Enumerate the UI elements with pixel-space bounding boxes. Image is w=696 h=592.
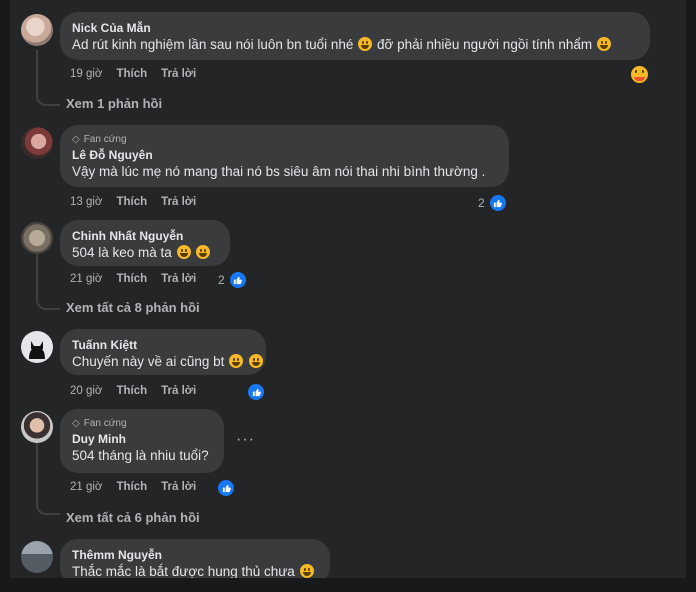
thread-line [36, 443, 38, 501]
cat-avatar-icon [29, 341, 45, 359]
like-reaction-icon [227, 270, 248, 290]
comment-bubble: Chinh Nhất Nguyễn 504 là keo mà ta [60, 220, 230, 266]
laughing-emoji-icon [176, 245, 191, 259]
sweat-smile-emoji-icon [596, 37, 611, 51]
comment-time[interactable]: 20 giờ [70, 385, 102, 397]
rofl-emoji-icon [229, 354, 244, 368]
comment-bubble: Nick Của Mẫn Ad rút kinh nghiệm lần sau … [60, 12, 650, 60]
comments-panel: Nick Của Mẫn Ad rút kinh nghiệm lần sau … [10, 0, 686, 578]
reaction-summary[interactable] [216, 478, 236, 498]
comment-actions: 13 giờ Thích Trả lời [70, 196, 196, 208]
reply-button[interactable]: Trả lời [161, 68, 196, 80]
reaction-summary[interactable] [630, 66, 649, 83]
comment-actions: 21 giờ Thích Trả lời [70, 273, 196, 285]
comment-text-part: Thắc mắc là bắt được hung thủ chưa [72, 564, 295, 578]
like-button[interactable]: Thích [116, 68, 147, 80]
comment-text-part: Ad rút kinh nghiệm lần sau nói luôn bn t… [72, 37, 354, 52]
comment-time[interactable]: 21 giờ [70, 273, 102, 285]
comment-author[interactable]: Lê Đỗ Nguyên [72, 147, 497, 163]
like-reaction-icon [216, 478, 236, 498]
sweat-smile-emoji-icon [358, 37, 373, 51]
comment-text-part: Chuyến này về ai cũng bt [72, 354, 225, 369]
reaction-summary[interactable]: 2 [218, 270, 248, 290]
comment-bubble: ◇ Fan cứng Duy Minh 504 tháng là nhiu tu… [60, 409, 224, 473]
comment-author[interactable]: Duy Minh [72, 431, 212, 447]
comment-time[interactable]: 19 giờ [70, 68, 102, 80]
comment-author[interactable]: Chinh Nhất Nguyễn [72, 228, 218, 244]
avatar[interactable] [21, 411, 53, 443]
like-reaction-icon [246, 382, 266, 402]
rofl-emoji-icon [299, 564, 314, 578]
comment-actions: 20 giờ Thích Trả lời [70, 385, 196, 397]
badge-label: Fan cứng [83, 418, 127, 429]
reaction-count: 2 [478, 196, 485, 210]
comment-author[interactable]: Thêmm Nguyễn [72, 547, 318, 563]
thread-line [36, 254, 38, 296]
reaction-count: 2 [218, 273, 225, 287]
more-options-button[interactable]: ··· [236, 431, 255, 449]
comment-actions: 19 giờ Thích Trả lời [70, 68, 196, 80]
comment-bubble: Tuấnn Kiệtt Chuyến này về ai cũng bt [60, 329, 266, 375]
comment-text: 504 là keo mà ta [72, 244, 218, 262]
reply-button[interactable]: Trả lời [161, 481, 196, 493]
avatar[interactable] [21, 222, 53, 254]
like-button[interactable]: Thích [116, 385, 147, 397]
comment-actions: 21 giờ Thích Trả lời [70, 481, 196, 493]
avatar[interactable] [21, 14, 53, 46]
comment-time[interactable]: 21 giờ [70, 481, 102, 493]
comment-time[interactable]: 13 giờ [70, 196, 102, 208]
reaction-summary[interactable] [246, 382, 266, 402]
fan-badge: ◇ Fan cứng [72, 417, 212, 431]
diamond-icon: ◇ [72, 134, 80, 145]
diamond-icon: ◇ [72, 418, 80, 429]
thread-curve [36, 497, 60, 515]
comment-text: Thắc mắc là bắt được hung thủ chưa [72, 563, 318, 578]
comment-bubble: Thêmm Nguyễn Thắc mắc là bắt được hung t… [60, 539, 330, 578]
reply-button[interactable]: Trả lời [161, 273, 196, 285]
view-replies-link[interactable]: Xem tất cả 6 phản hồi [66, 510, 200, 525]
view-replies-link[interactable]: Xem tất cả 8 phản hồi [66, 300, 200, 315]
comment-text: Ad rút kinh nghiệm lần sau nói luôn bn t… [72, 36, 638, 54]
badge-label: Fan cứng [83, 134, 127, 145]
comment-bubble: ◇ Fan cứng Lê Đỗ Nguyên Vậy mà lúc mẹ nó… [60, 125, 509, 187]
reaction-summary[interactable]: 2 [478, 193, 508, 213]
fan-badge: ◇ Fan cứng [72, 133, 497, 147]
thread-curve [36, 88, 60, 106]
view-replies-link[interactable]: Xem 1 phản hồi [66, 96, 162, 111]
comment-text-part: 504 là keo mà ta [72, 245, 172, 260]
like-reaction-icon [487, 193, 508, 213]
comment-text: Chuyến này về ai cũng bt [72, 353, 263, 371]
avatar[interactable] [21, 127, 53, 159]
like-button[interactable]: Thích [116, 196, 147, 208]
like-button[interactable]: Thích [116, 481, 147, 493]
rofl-emoji-icon [248, 354, 263, 368]
thread-line [36, 50, 38, 92]
comment-author[interactable]: Tuấnn Kiệtt [72, 337, 254, 353]
avatar[interactable] [21, 331, 53, 363]
comment-text: Vậy mà lúc mẹ nó mang thai nó bs siêu âm… [72, 164, 486, 179]
reply-button[interactable]: Trả lời [161, 196, 196, 208]
like-button[interactable]: Thích [116, 273, 147, 285]
thread-curve [36, 292, 60, 310]
avatar[interactable] [21, 541, 53, 573]
comment-text-part: đỡ phải nhiều người ngồi tính nhẩm [376, 37, 593, 52]
comment-text: 504 tháng là nhiu tuổi? [72, 448, 209, 463]
steam-emoji-icon [196, 245, 211, 259]
comment-author[interactable]: Nick Của Mẫn [72, 20, 638, 36]
haha-emoji-icon [631, 66, 648, 83]
reply-button[interactable]: Trả lời [161, 385, 196, 397]
